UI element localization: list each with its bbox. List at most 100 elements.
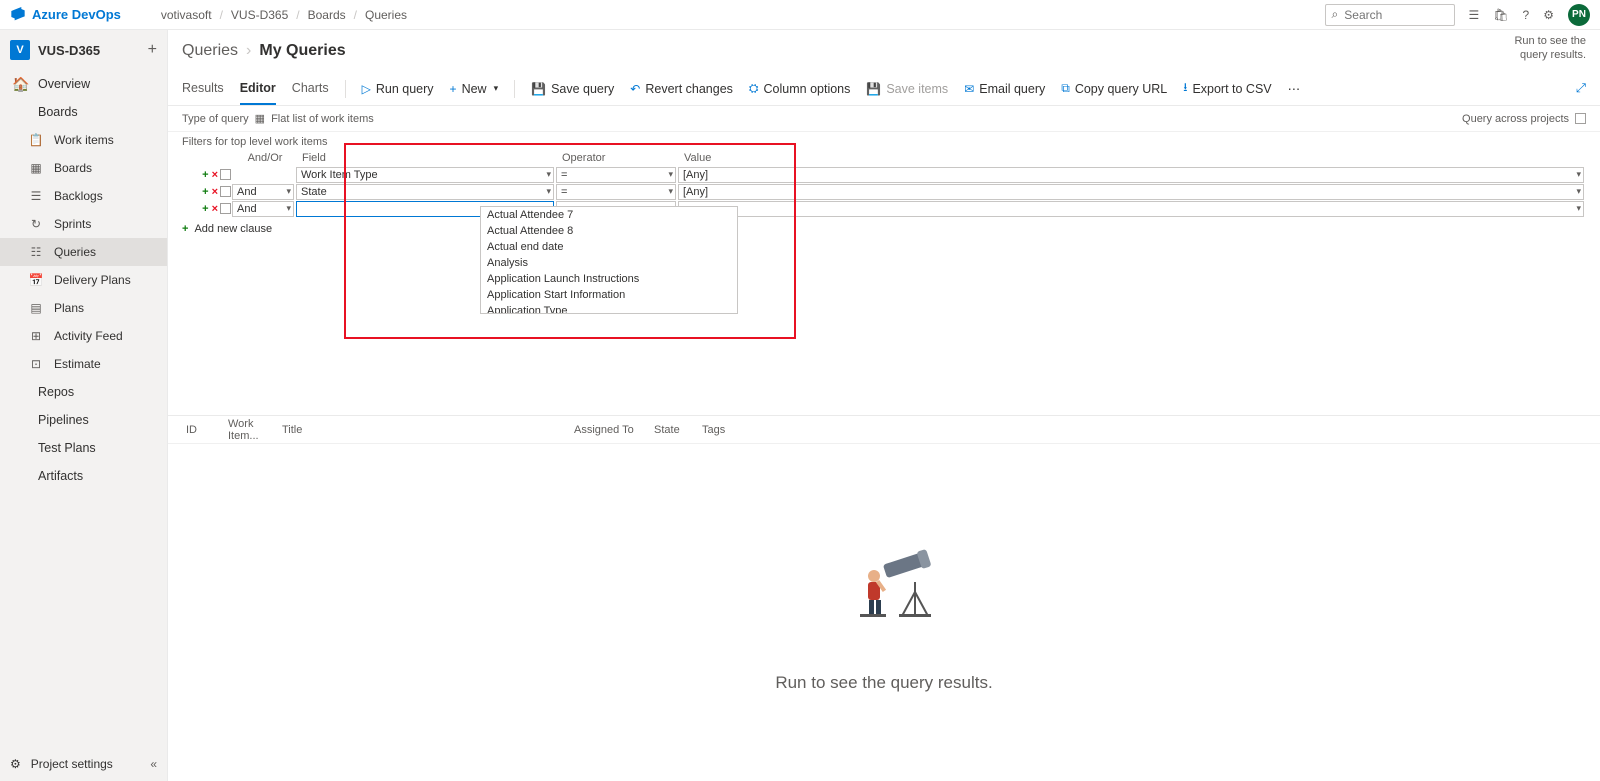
- crumb-page[interactable]: Queries: [365, 8, 407, 22]
- dropdown-option[interactable]: Actual end date: [481, 239, 737, 255]
- chevron-down-icon[interactable]: ▾: [668, 169, 673, 180]
- operator-cell[interactable]: =▾: [556, 184, 676, 200]
- crumb-area[interactable]: Boards: [308, 8, 346, 22]
- add-new-clause[interactable]: +Add new clause: [182, 223, 1586, 235]
- nav-delivery-plans[interactable]: 📅Delivery Plans: [0, 266, 167, 294]
- user-settings-icon[interactable]: ⚙: [1543, 8, 1554, 22]
- clipboard-icon: 📋: [28, 133, 44, 147]
- value-cell[interactable]: ▾: [678, 201, 1584, 217]
- add-row-icon[interactable]: +: [202, 169, 208, 181]
- revert-icon: ↶: [630, 82, 640, 96]
- fullscreen-icon[interactable]: ⤢: [1576, 81, 1586, 96]
- dropdown-option[interactable]: Application Launch Instructions: [481, 271, 737, 287]
- nav-estimate[interactable]: ⊡Estimate: [0, 350, 167, 378]
- chevron-down-icon[interactable]: ▾: [1576, 203, 1581, 214]
- row-checkbox[interactable]: [220, 203, 231, 214]
- crumb-project[interactable]: VUS-D365: [231, 8, 288, 22]
- add-row-icon[interactable]: +: [202, 203, 208, 215]
- chevron-down-icon[interactable]: ▾: [286, 186, 291, 197]
- nav-backlogs[interactable]: ☰Backlogs: [0, 182, 167, 210]
- tab-results[interactable]: Results: [182, 72, 224, 105]
- more-button[interactable]: ⋯: [1288, 81, 1301, 96]
- andor-cell[interactable]: And▾: [232, 184, 294, 200]
- new-button[interactable]: +New▾: [450, 82, 499, 96]
- chevron-right-icon: ›: [246, 42, 251, 60]
- tab-charts[interactable]: Charts: [292, 72, 329, 105]
- field-cell[interactable]: State▾: [296, 184, 554, 200]
- filters-label: Filters for top level work items: [168, 132, 1600, 150]
- brand-link[interactable]: Azure DevOps: [10, 5, 121, 24]
- chevron-down-icon[interactable]: ▾: [546, 186, 551, 197]
- chevron-down-icon[interactable]: ▾: [668, 186, 673, 197]
- column-options-button[interactable]: ⛭Column options: [749, 81, 850, 96]
- row-checkbox[interactable]: [220, 186, 231, 197]
- nav-pipelines[interactable]: Pipelines: [0, 406, 167, 434]
- col-state[interactable]: State: [654, 424, 702, 436]
- nav-test-plans[interactable]: Test Plans: [0, 434, 167, 462]
- telescope-illustration: [824, 532, 944, 655]
- search-input[interactable]: [1344, 8, 1434, 22]
- andor-cell[interactable]: And▾: [232, 201, 294, 217]
- nav-work-items[interactable]: 📋Work items: [0, 126, 167, 154]
- row-checkbox[interactable]: [220, 169, 231, 180]
- project-header[interactable]: V VUS-D365 +: [0, 30, 167, 70]
- chevron-down-icon: ▾: [494, 83, 499, 94]
- nav-overview[interactable]: 🏠Overview: [0, 70, 167, 98]
- col-assigned[interactable]: Assigned To: [574, 424, 654, 436]
- run-query-button[interactable]: ▷Run query: [362, 82, 434, 96]
- revert-button[interactable]: ↶Revert changes: [630, 82, 733, 96]
- global-search[interactable]: ⌕: [1325, 4, 1455, 26]
- flat-list-label[interactable]: Flat list of work items: [271, 113, 374, 125]
- project-settings[interactable]: ⚙Project settings«: [0, 747, 167, 781]
- operator-cell[interactable]: =▾: [556, 167, 676, 183]
- collapse-icon[interactable]: «: [150, 757, 157, 771]
- run-hint: Run to see thequery results.: [1514, 34, 1586, 63]
- overview-icon: 🏠: [12, 76, 28, 93]
- email-query-button[interactable]: ✉Email query: [964, 82, 1045, 96]
- nav-sprints[interactable]: ↻Sprints: [0, 210, 167, 238]
- flat-list-icon: ▦: [255, 112, 265, 125]
- columns-icon: ⛭: [749, 81, 759, 96]
- tab-editor[interactable]: Editor: [240, 72, 276, 105]
- list-icon[interactable]: ☰: [1469, 8, 1480, 22]
- nav-artifacts[interactable]: Artifacts: [0, 462, 167, 490]
- activity-icon: ⊞: [28, 329, 44, 343]
- chevron-down-icon[interactable]: ▾: [1576, 186, 1581, 197]
- dropdown-option[interactable]: Actual Attendee 8: [481, 223, 737, 239]
- chevron-down-icon[interactable]: ▾: [1576, 169, 1581, 180]
- col-title[interactable]: Title: [282, 424, 574, 436]
- nav-activity-feed[interactable]: ⊞Activity Feed: [0, 322, 167, 350]
- nav-boards[interactable]: Boards: [0, 98, 167, 126]
- dropdown-option[interactable]: Application Type: [481, 303, 737, 313]
- add-row-icon[interactable]: +: [202, 186, 208, 198]
- sidebar: V VUS-D365 + 🏠Overview Boards 📋Work item…: [0, 30, 168, 781]
- save-query-button[interactable]: 💾Save query: [531, 82, 614, 96]
- brand-text: Azure DevOps: [32, 7, 121, 22]
- dropdown-option[interactable]: Application Start Information: [481, 287, 737, 303]
- col-wit[interactable]: Work Item...: [228, 418, 282, 442]
- user-avatar[interactable]: PN: [1568, 4, 1590, 26]
- nav-boards-sub[interactable]: ▦Boards: [0, 154, 167, 182]
- help-icon[interactable]: ?: [1523, 8, 1530, 22]
- col-id[interactable]: ID: [186, 424, 228, 436]
- nav-plans[interactable]: ▤Plans: [0, 294, 167, 322]
- nav-repos[interactable]: Repos: [0, 378, 167, 406]
- value-cell[interactable]: [Any]▾: [678, 167, 1584, 183]
- chevron-down-icon[interactable]: ▾: [286, 203, 291, 214]
- nav-queries[interactable]: ☷Queries: [0, 238, 167, 266]
- copy-url-button[interactable]: ⧉Copy query URL: [1061, 81, 1167, 96]
- field-cell[interactable]: Work Item Type▾: [296, 167, 554, 183]
- crumb-org[interactable]: votivasoft: [161, 8, 212, 22]
- page-root[interactable]: Queries: [182, 42, 238, 60]
- chevron-down-icon[interactable]: ▾: [546, 169, 551, 180]
- delivery-icon: 📅: [28, 273, 44, 287]
- add-project-icon[interactable]: +: [148, 41, 157, 59]
- query-across-checkbox[interactable]: [1575, 113, 1586, 124]
- dropdown-option[interactable]: Analysis: [481, 255, 737, 271]
- mail-icon: ✉: [964, 82, 974, 96]
- col-tags[interactable]: Tags: [702, 424, 762, 436]
- export-csv-button[interactable]: ⭳Export to CSV: [1183, 78, 1271, 99]
- value-cell[interactable]: [Any]▾: [678, 184, 1584, 200]
- marketplace-icon[interactable]: 🛍: [1493, 8, 1508, 22]
- dropdown-option[interactable]: Actual Attendee 7: [481, 207, 737, 223]
